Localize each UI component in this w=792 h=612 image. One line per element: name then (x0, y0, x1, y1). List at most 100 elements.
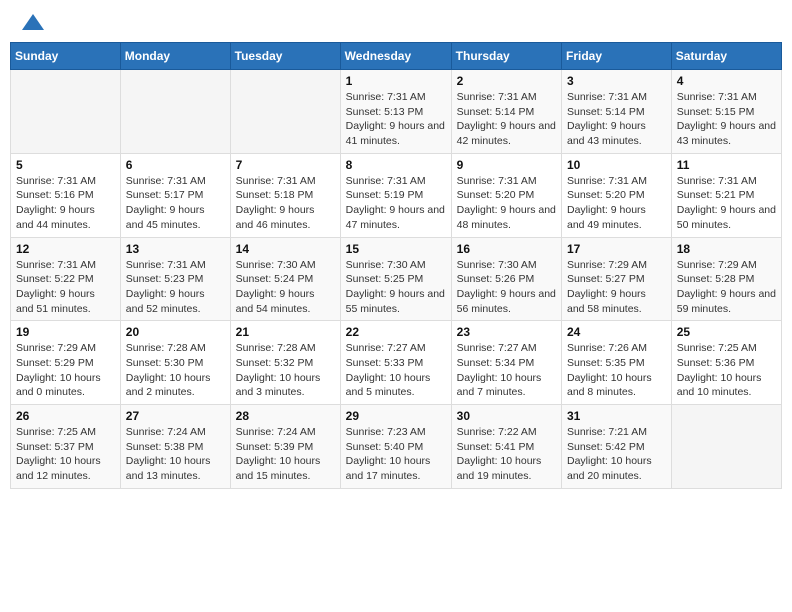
calendar-cell: 6 Sunrise: 7:31 AM Sunset: 5:17 PM Daylig… (120, 153, 230, 237)
day-info: Sunrise: 7:24 AM Sunset: 5:38 PM Dayligh… (126, 425, 225, 484)
day-number: 20 (126, 325, 225, 339)
calendar-cell: 1 Sunrise: 7:31 AM Sunset: 5:13 PM Daylig… (340, 70, 451, 154)
calendar-cell: 19Sunrise: 7:29 AM Sunset: 5:29 PM Dayli… (11, 321, 121, 405)
calendar-cell: 2 Sunrise: 7:31 AM Sunset: 5:14 PM Daylig… (451, 70, 561, 154)
weekday-header: Friday (562, 43, 672, 70)
day-info: Sunrise: 7:29 AM Sunset: 5:27 PM Dayligh… (567, 258, 666, 317)
day-number: 31 (567, 409, 666, 423)
day-number: 24 (567, 325, 666, 339)
day-info: Sunrise: 7:31 AM Sunset: 5:13 PM Dayligh… (346, 90, 446, 149)
calendar-cell: 10 Sunrise: 7:31 AM Sunset: 5:20 PM Dayli… (562, 153, 672, 237)
day-info: Sunrise: 7:25 AM Sunset: 5:37 PM Dayligh… (16, 425, 115, 484)
day-number: 4 (677, 74, 776, 88)
day-info: Sunrise: 7:28 AM Sunset: 5:30 PM Dayligh… (126, 341, 225, 400)
day-info: Sunrise: 7:24 AM Sunset: 5:39 PM Dayligh… (236, 425, 335, 484)
calendar-cell: 27 Sunrise: 7:24 AM Sunset: 5:38 PM Dayli… (120, 405, 230, 489)
calendar-cell: 22 Sunrise: 7:27 AM Sunset: 5:33 PM Dayli… (340, 321, 451, 405)
day-info: Sunrise: 7:31 AM Sunset: 5:20 PM Dayligh… (457, 174, 556, 233)
calendar-week-row: 12 Sunrise: 7:31 AM Sunset: 5:22 PM Dayli… (11, 237, 782, 321)
calendar-cell: 7 Sunrise: 7:31 AM Sunset: 5:18 PM Daylig… (230, 153, 340, 237)
day-info: Sunrise: 7:31 AM Sunset: 5:22 PM Dayligh… (16, 258, 115, 317)
day-number: 12 (16, 242, 115, 256)
calendar-cell: 31 Sunrise: 7:21 AM Sunset: 5:42 PM Dayli… (562, 405, 672, 489)
day-info: Sunrise: 7:22 AM Sunset: 5:41 PM Dayligh… (457, 425, 556, 484)
calendar-cell: 17 Sunrise: 7:29 AM Sunset: 5:27 PM Dayli… (562, 237, 672, 321)
day-number: 13 (126, 242, 225, 256)
weekday-row: SundayMondayTuesdayWednesdayThursdayFrid… (11, 43, 782, 70)
calendar-cell: 30 Sunrise: 7:22 AM Sunset: 5:41 PM Dayli… (451, 405, 561, 489)
day-number: 23 (457, 325, 556, 339)
day-info: Sunrise: 7:31 AM Sunset: 5:14 PM Dayligh… (457, 90, 556, 149)
day-info: Sunrise: 7:27 AM Sunset: 5:34 PM Dayligh… (457, 341, 556, 400)
calendar-cell: 20 Sunrise: 7:28 AM Sunset: 5:30 PM Dayli… (120, 321, 230, 405)
day-number: 9 (457, 158, 556, 172)
calendar-cell (120, 70, 230, 154)
calendar-cell: 23 Sunrise: 7:27 AM Sunset: 5:34 PM Dayli… (451, 321, 561, 405)
weekday-header: Thursday (451, 43, 561, 70)
day-info: Sunrise: 7:31 AM Sunset: 5:16 PM Dayligh… (16, 174, 115, 233)
day-info: Sunrise: 7:27 AM Sunset: 5:33 PM Dayligh… (346, 341, 446, 400)
weekday-header: Wednesday (340, 43, 451, 70)
calendar-cell: 3 Sunrise: 7:31 AM Sunset: 5:14 PM Daylig… (562, 70, 672, 154)
calendar-week-row: 26 Sunrise: 7:25 AM Sunset: 5:37 PM Dayli… (11, 405, 782, 489)
calendar-cell: 16 Sunrise: 7:30 AM Sunset: 5:26 PM Dayli… (451, 237, 561, 321)
day-info: Sunrise: 7:21 AM Sunset: 5:42 PM Dayligh… (567, 425, 666, 484)
calendar-cell: 8Sunrise: 7:31 AM Sunset: 5:19 PM Daylig… (340, 153, 451, 237)
weekday-header: Saturday (671, 43, 781, 70)
day-number: 2 (457, 74, 556, 88)
calendar: SundayMondayTuesdayWednesdayThursdayFrid… (10, 42, 782, 489)
day-number: 16 (457, 242, 556, 256)
calendar-cell: 4 Sunrise: 7:31 AM Sunset: 5:15 PM Daylig… (671, 70, 781, 154)
day-number: 26 (16, 409, 115, 423)
day-info: Sunrise: 7:31 AM Sunset: 5:20 PM Dayligh… (567, 174, 666, 233)
day-info: Sunrise: 7:31 AM Sunset: 5:19 PM Dayligh… (346, 174, 446, 233)
day-number: 17 (567, 242, 666, 256)
calendar-cell: 29 Sunrise: 7:23 AM Sunset: 5:40 PM Dayli… (340, 405, 451, 489)
day-number: 29 (346, 409, 446, 423)
day-number: 27 (126, 409, 225, 423)
day-number: 10 (567, 158, 666, 172)
calendar-cell: 5 Sunrise: 7:31 AM Sunset: 5:16 PM Daylig… (11, 153, 121, 237)
day-info: Sunrise: 7:25 AM Sunset: 5:36 PM Dayligh… (677, 341, 776, 400)
header (10, 10, 782, 34)
day-number: 21 (236, 325, 335, 339)
day-number: 6 (126, 158, 225, 172)
logo (20, 16, 44, 28)
day-number: 15 (346, 242, 446, 256)
day-number: 11 (677, 158, 776, 172)
calendar-header: SundayMondayTuesdayWednesdayThursdayFrid… (11, 43, 782, 70)
day-info: Sunrise: 7:29 AM Sunset: 5:28 PM Dayligh… (677, 258, 776, 317)
calendar-cell: 18 Sunrise: 7:29 AM Sunset: 5:28 PM Dayli… (671, 237, 781, 321)
weekday-header: Sunday (11, 43, 121, 70)
calendar-body: 1 Sunrise: 7:31 AM Sunset: 5:13 PM Daylig… (11, 70, 782, 489)
logo-icon (22, 12, 44, 32)
day-info: Sunrise: 7:31 AM Sunset: 5:18 PM Dayligh… (236, 174, 335, 233)
day-info: Sunrise: 7:26 AM Sunset: 5:35 PM Dayligh… (567, 341, 666, 400)
day-number: 1 (346, 74, 446, 88)
weekday-header: Monday (120, 43, 230, 70)
calendar-cell (671, 405, 781, 489)
calendar-week-row: 19Sunrise: 7:29 AM Sunset: 5:29 PM Dayli… (11, 321, 782, 405)
day-number: 3 (567, 74, 666, 88)
day-number: 28 (236, 409, 335, 423)
day-number: 30 (457, 409, 556, 423)
day-info: Sunrise: 7:30 AM Sunset: 5:26 PM Dayligh… (457, 258, 556, 317)
calendar-cell: 15Sunrise: 7:30 AM Sunset: 5:25 PM Dayli… (340, 237, 451, 321)
calendar-cell: 28 Sunrise: 7:24 AM Sunset: 5:39 PM Dayli… (230, 405, 340, 489)
calendar-cell: 24 Sunrise: 7:26 AM Sunset: 5:35 PM Dayli… (562, 321, 672, 405)
day-number: 14 (236, 242, 335, 256)
calendar-cell: 9 Sunrise: 7:31 AM Sunset: 5:20 PM Daylig… (451, 153, 561, 237)
day-number: 18 (677, 242, 776, 256)
calendar-cell: 26 Sunrise: 7:25 AM Sunset: 5:37 PM Dayli… (11, 405, 121, 489)
calendar-cell: 11 Sunrise: 7:31 AM Sunset: 5:21 PM Dayli… (671, 153, 781, 237)
day-info: Sunrise: 7:31 AM Sunset: 5:23 PM Dayligh… (126, 258, 225, 317)
day-info: Sunrise: 7:31 AM Sunset: 5:14 PM Dayligh… (567, 90, 666, 149)
day-number: 7 (236, 158, 335, 172)
day-number: 5 (16, 158, 115, 172)
page-container: SundayMondayTuesdayWednesdayThursdayFrid… (10, 10, 782, 489)
day-info: Sunrise: 7:31 AM Sunset: 5:15 PM Dayligh… (677, 90, 776, 149)
day-number: 22 (346, 325, 446, 339)
day-info: Sunrise: 7:23 AM Sunset: 5:40 PM Dayligh… (346, 425, 446, 484)
day-info: Sunrise: 7:31 AM Sunset: 5:21 PM Dayligh… (677, 174, 776, 233)
day-info: Sunrise: 7:31 AM Sunset: 5:17 PM Dayligh… (126, 174, 225, 233)
